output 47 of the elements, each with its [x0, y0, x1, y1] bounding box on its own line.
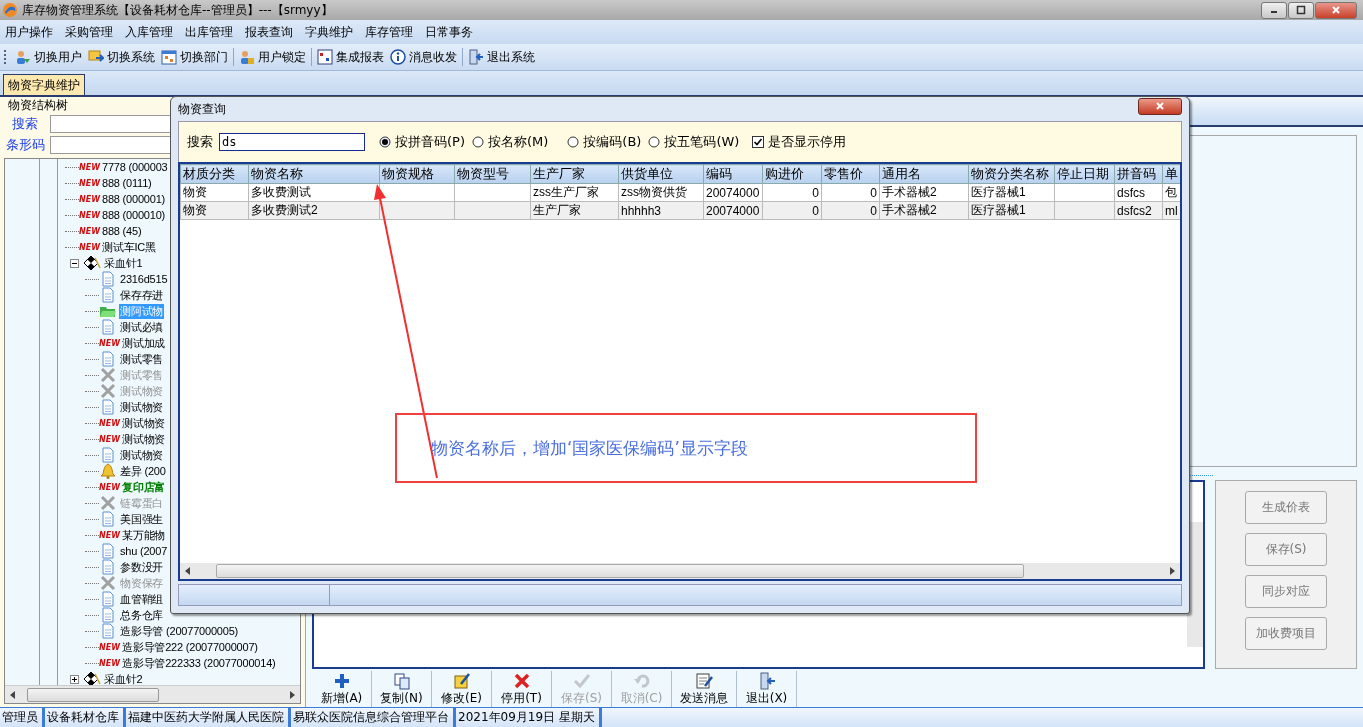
field-label: 条形码: [4, 135, 46, 154]
new-label: NEW: [79, 162, 101, 172]
new-label: NEW: [99, 482, 121, 492]
new-label: NEW: [99, 658, 121, 668]
table-cell: 多收费测试: [251, 185, 311, 199]
new-label: NEW: [79, 178, 101, 188]
field-label: 搜索: [11, 114, 39, 133]
status-text: 设备耗材仓库: [45, 708, 123, 727]
table-cell: 物资: [183, 185, 207, 199]
status-text: 管理员: [0, 708, 42, 727]
new-label: NEW: [99, 530, 121, 540]
table-cell: 医疗器械1: [971, 185, 1026, 199]
new-label: NEW: [99, 434, 121, 444]
table-cell: 20074000: [706, 185, 760, 200]
new-label: NEW: [99, 338, 121, 348]
new-label: NEW: [99, 642, 121, 652]
table-cell: 多收费测试2: [251, 203, 318, 217]
table-cell: 20074000: [706, 203, 760, 218]
search-label: 搜索: [187, 133, 213, 151]
status-text: 易联众医院信息综合管理平台: [291, 708, 453, 727]
table-cell: 手术器械2: [882, 185, 937, 199]
window-title: 库存物资管理系统【设备耗材仓库--管理员】---【srmyy】: [22, 1, 333, 19]
new-label: NEW: [79, 242, 101, 252]
new-label: NEW: [99, 418, 121, 428]
new-label: NEW: [79, 226, 101, 236]
table-cell: 手术器械2: [882, 203, 937, 217]
new-label: NEW: [79, 210, 101, 220]
annotation-text: 物资名称后，增加‘国家医保编码’显示字段: [431, 436, 748, 460]
table-cell: 包: [1165, 185, 1177, 199]
table-cell: zss物资供货: [621, 185, 687, 199]
status-text: 福建中医药大学附属人民医院: [126, 708, 288, 727]
table-cell: ml: [1165, 203, 1178, 218]
table-cell: hhhhh3: [621, 203, 662, 218]
table-cell: 0: [870, 185, 877, 200]
table-cell: zss生产厂家: [533, 185, 599, 199]
table-cell: 0: [870, 203, 877, 218]
new-label: NEW: [79, 194, 101, 204]
table-cell: 0: [812, 203, 819, 218]
dialog-title: 物资查询: [178, 100, 226, 118]
table-cell: 生产厂家: [533, 203, 581, 217]
table-cell: dsfcs: [1117, 185, 1145, 200]
table-cell: dsfcs2: [1117, 203, 1152, 218]
panel-title: 物资结构树: [7, 97, 69, 113]
status-text: 2021年09月19日 星期天: [456, 708, 599, 727]
table-cell: 物资: [183, 203, 207, 217]
table-cell: 医疗器械1: [971, 203, 1026, 217]
table-cell: 0: [812, 185, 819, 200]
